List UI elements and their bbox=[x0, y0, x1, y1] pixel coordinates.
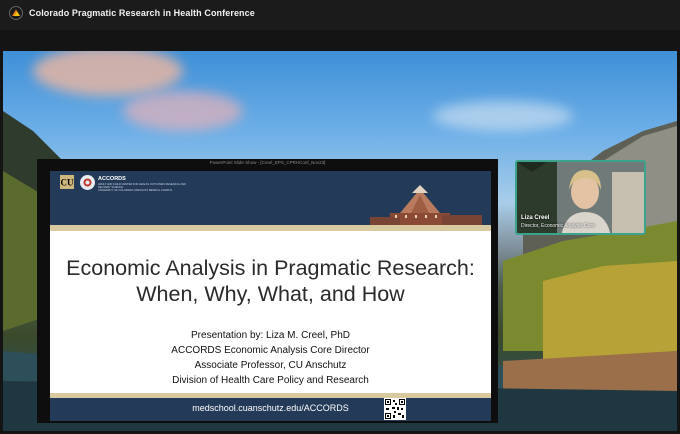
speaker-name: Liza Creel bbox=[521, 215, 550, 221]
accords-logo-icon bbox=[80, 175, 95, 190]
campus-image bbox=[350, 171, 491, 225]
slide-title-line2: When, Why, What, and How bbox=[136, 282, 405, 306]
svg-text:CU: CU bbox=[61, 178, 74, 188]
presenter-line: Division of Health Care Policy and Resea… bbox=[172, 375, 369, 386]
accords-name: ACCORDS bbox=[98, 176, 126, 182]
accords-subtitle: ADULT AND CHILD CENTER FOR HEALTH OUTCOM… bbox=[98, 183, 188, 193]
slide-header: CU ACCORDS ADULT AND CHILD CENTER FOR HE… bbox=[50, 171, 491, 225]
presenter-line: Presentation by: Liza M. Creel, PhD bbox=[191, 330, 350, 341]
speaker-title: Director, Economic Analysis Core bbox=[521, 223, 595, 229]
speaker-video-tile[interactable]: Liza Creel Director, Economic Analysis C… bbox=[515, 160, 646, 235]
header-stripe bbox=[50, 225, 491, 231]
presenter-info: Presentation by: Liza M. Creel, PhD ACCO… bbox=[50, 328, 491, 388]
presenter-line: ACCORDS Economic Analysis Core Director bbox=[171, 345, 370, 356]
university-text: UNIVERSITY OF COLORADO ANSCHUTZ MEDICAL … bbox=[98, 189, 173, 193]
slide-title: Economic Analysis in Pragmatic Research:… bbox=[50, 255, 491, 307]
slide-footer: medschool.cuanschutz.edu/ACCORDS bbox=[50, 398, 491, 421]
presentation-slide: CU ACCORDS ADULT AND CHILD CENTER FOR HE… bbox=[50, 171, 491, 421]
presenter-line: Associate Professor, CU Anschutz bbox=[194, 360, 347, 371]
footer-url: medschool.cuanschutz.edu/ACCORDS bbox=[192, 403, 349, 413]
conference-title: Colorado Pragmatic Research in Health Co… bbox=[29, 8, 255, 18]
top-bar: Colorado Pragmatic Research in Health Co… bbox=[0, 0, 680, 30]
window-caption: PowerPoint Slide Show - [Creel_EPS_CPRHC… bbox=[209, 160, 326, 165]
screen-share-window: PowerPoint Slide Show - [Creel_EPS_CPRHC… bbox=[37, 159, 498, 423]
qr-code-icon bbox=[384, 398, 406, 420]
slide-title-line1: Economic Analysis in Pragmatic Research: bbox=[66, 256, 475, 280]
conference-logo-icon bbox=[9, 6, 23, 20]
cu-logo-icon: CU bbox=[60, 175, 74, 189]
